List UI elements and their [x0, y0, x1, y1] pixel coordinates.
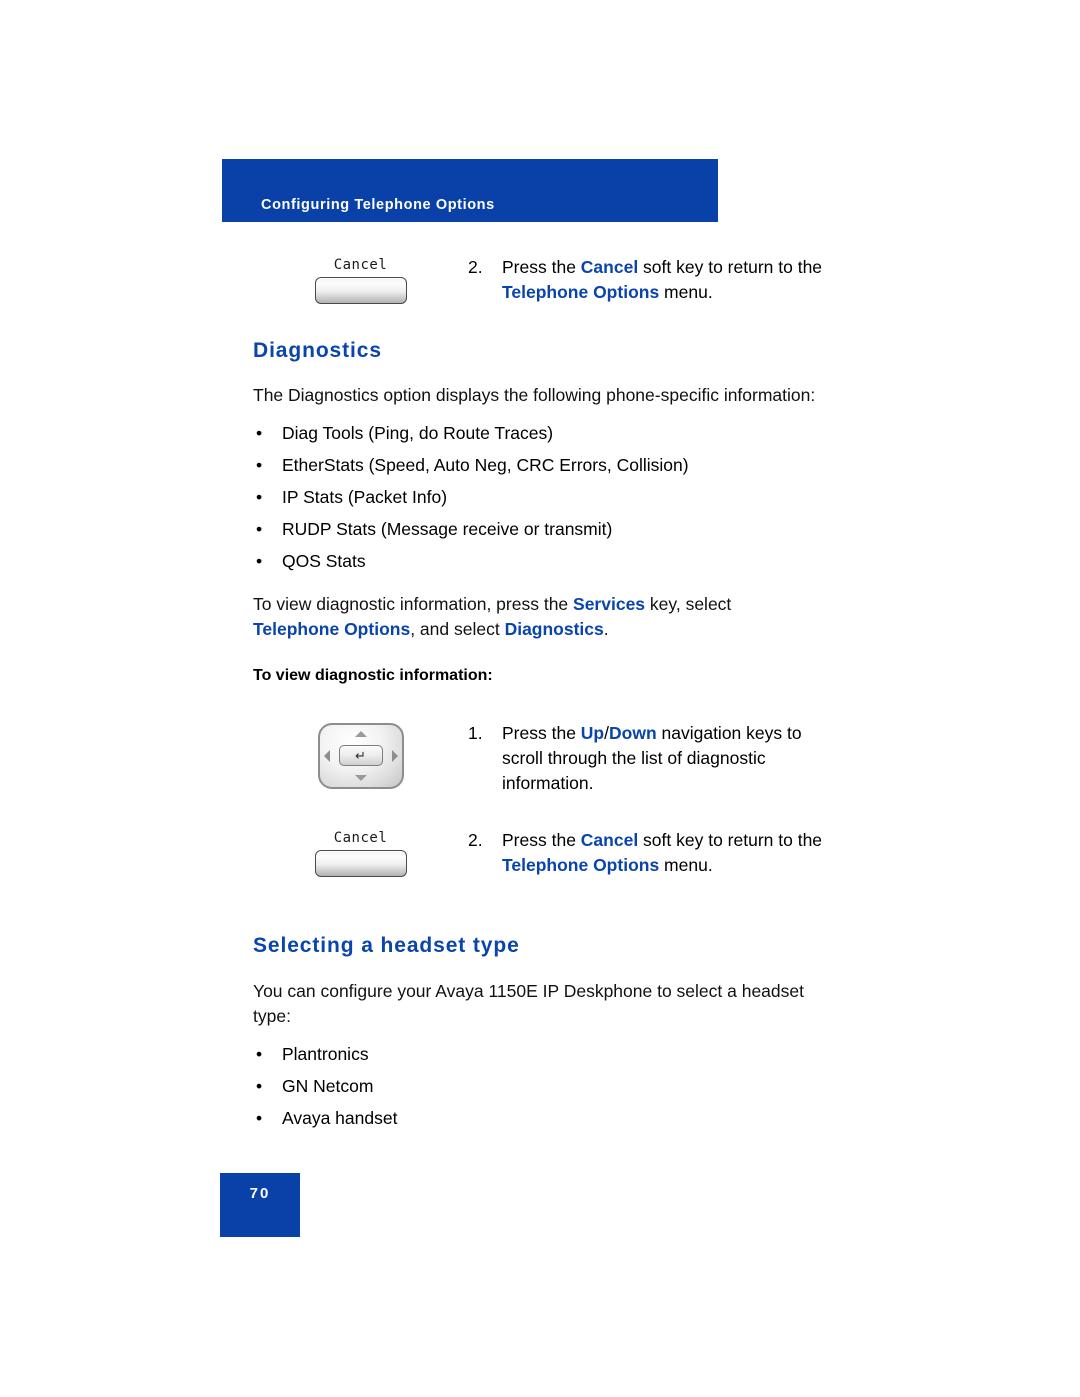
emphasis-term: Telephone Options: [502, 855, 660, 875]
chapter-title: Configuring Telephone Options: [261, 197, 495, 213]
cancel-softkey-button[interactable]: [314, 277, 407, 304]
nav-left-icon[interactable]: [323, 750, 330, 762]
text-run: soft key to return to the: [638, 830, 823, 850]
bullet-label: Avaya handset: [282, 1108, 398, 1128]
chapter-header-banner: Configuring Telephone Options: [222, 159, 718, 222]
emphasis-term: Telephone Options: [253, 619, 411, 639]
bullet-marker-icon: •: [256, 455, 263, 475]
text-run: menu.: [659, 282, 713, 302]
bullet-label: EtherStats (Speed, Auto Neg, CRC Errors,…: [282, 455, 689, 475]
emphasis-term: Down: [609, 723, 657, 743]
text-run: , and select: [410, 619, 505, 639]
list-item: • IP Stats (Packet Info): [253, 485, 853, 510]
emphasis-term: Telephone Options: [502, 282, 660, 302]
list-item: • EtherStats (Speed, Auto Neg, CRC Errors…: [253, 453, 853, 478]
step-row-navigation: ↵ 1. Press the Up/Down navigation keys t…: [253, 721, 853, 796]
text-run: .: [603, 619, 609, 639]
text-run: Press the: [502, 257, 581, 277]
bullet-label: RUDP Stats (Message receive or transmit): [282, 519, 613, 539]
cancel-softkey-button[interactable]: [314, 850, 407, 877]
emphasis-term: Services: [573, 594, 646, 614]
page-number: 70: [249, 1185, 271, 1202]
emphasis-term: Up: [580, 723, 605, 743]
diagnostics-bullet-list: • Diag Tools (Ping, do Route Traces) • Ethe…: [253, 421, 853, 574]
nav-enter-button[interactable]: ↵: [338, 745, 383, 766]
section-heading-diagnostics: Diagnostics: [253, 339, 382, 362]
cancel-softkey-label: Cancel: [333, 257, 388, 273]
bullet-label: QOS Stats: [282, 551, 366, 571]
bullet-label: GN Netcom: [282, 1076, 374, 1096]
bullet-label: Plantronics: [282, 1044, 369, 1064]
section-heading-headset-type: Selecting a headset type: [253, 934, 520, 957]
footer-page-block: 70: [220, 1173, 300, 1237]
text-run: soft key to return to the: [638, 257, 823, 277]
diagnostics-subheading: To view diagnostic information:: [253, 667, 493, 684]
list-item: • Plantronics: [253, 1042, 853, 1067]
step-text: Press the Cancel soft key to return to t…: [502, 828, 832, 878]
step-body-cancel-diagnostics: 2. Press the Cancel soft key to return t…: [468, 828, 853, 878]
emphasis-term: Diagnostics: [504, 619, 604, 639]
cancel-softkey-graphic: Cancel: [313, 257, 409, 304]
step-row-cancel-top: Cancel 2. Press the Cancel soft key to r…: [253, 255, 853, 305]
step-number: 2.: [468, 257, 483, 277]
nav-right-icon[interactable]: [391, 750, 398, 762]
step-body-cancel-top: 2. Press the Cancel soft key to return t…: [468, 255, 853, 305]
bullet-marker-icon: •: [256, 551, 263, 571]
step-body-navigation: 1. Press the Up/Down navigation keys to …: [468, 721, 853, 796]
step-graphic-cancel-top: Cancel: [253, 255, 468, 304]
cancel-softkey-graphic: Cancel: [313, 830, 409, 877]
bullet-label: IP Stats (Packet Info): [282, 487, 448, 507]
headset-intro-paragraph: You can configure your Avaya 1150E IP De…: [253, 981, 804, 1026]
diagnostics-intro-paragraph: The Diagnostics option displays the foll…: [253, 385, 816, 405]
emphasis-term: Cancel: [580, 257, 639, 277]
step-text: Press the Up/Down navigation keys to scr…: [502, 721, 832, 796]
list-item: • Diag Tools (Ping, do Route Traces): [253, 421, 853, 446]
navigation-cluster-graphic: ↵: [317, 723, 404, 789]
bullet-marker-icon: •: [256, 1076, 263, 1096]
list-item: • GN Netcom: [253, 1074, 853, 1099]
list-item: • RUDP Stats (Message receive or transmit…: [253, 517, 853, 542]
bullet-marker-icon: •: [256, 423, 263, 443]
cancel-softkey-label: Cancel: [333, 830, 388, 846]
step-number: 1.: [468, 723, 483, 743]
nav-down-icon[interactable]: [354, 775, 367, 781]
diagnostics-howto-paragraph: To view diagnostic information, press th…: [253, 592, 753, 642]
enter-key-icon: ↵: [355, 748, 366, 763]
text-run: key, select: [645, 594, 732, 614]
bullet-marker-icon: •: [256, 1044, 263, 1064]
text-run: Press the: [502, 723, 581, 743]
nav-up-icon[interactable]: [354, 731, 367, 737]
text-run: To view diagnostic information, press th…: [253, 594, 574, 614]
bullet-marker-icon: •: [256, 487, 263, 507]
headset-bullet-list: • Plantronics • GN Netcom • Avaya handset: [253, 1042, 853, 1131]
step-graphic-cancel-diagnostics: Cancel: [253, 828, 468, 877]
step-graphic-navigation: ↵: [253, 721, 468, 789]
bullet-marker-icon: •: [256, 1108, 263, 1128]
step-text: Press the Cancel soft key to return to t…: [502, 255, 832, 305]
page-content: Cancel 2. Press the Cancel soft key to r…: [253, 255, 853, 1138]
step-row-cancel-diagnostics: Cancel 2. Press the Cancel soft key to r…: [253, 828, 853, 878]
step-number: 2.: [468, 830, 483, 850]
emphasis-term: Cancel: [580, 830, 639, 850]
text-run: Press the: [502, 830, 581, 850]
list-item: • QOS Stats: [253, 549, 853, 574]
text-run: menu.: [659, 855, 713, 875]
list-item: • Avaya handset: [253, 1106, 853, 1131]
bullet-marker-icon: •: [256, 519, 263, 539]
bullet-label: Diag Tools (Ping, do Route Traces): [282, 423, 554, 443]
